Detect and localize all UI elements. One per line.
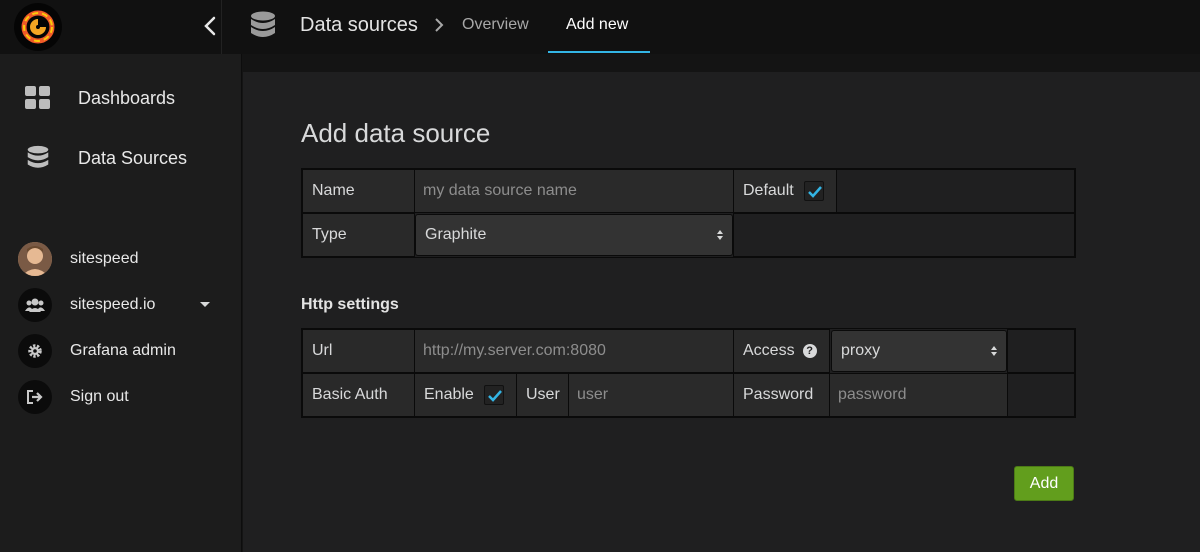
sidebar-item-sign-out[interactable]: Sign out — [0, 378, 242, 418]
name-input[interactable]: my data source name — [414, 169, 734, 213]
user-input[interactable]: user — [568, 373, 734, 417]
grafana-logo-icon[interactable] — [14, 3, 62, 51]
access-select-value: proxy — [841, 342, 881, 359]
add-button[interactable]: Add — [1014, 466, 1074, 501]
database-icon — [27, 145, 49, 168]
sidebar-item-data-sources[interactable]: Data Sources — [0, 136, 242, 180]
sidebar-collapse-button[interactable] — [198, 12, 222, 40]
select-arrows-icon — [717, 230, 723, 240]
type-select[interactable]: Graphite — [415, 214, 733, 256]
default-checkbox[interactable] — [803, 181, 824, 201]
name-label: Name — [302, 169, 415, 213]
empty-cell — [1007, 329, 1075, 373]
enable-checkbox[interactable] — [483, 385, 504, 405]
access-label: Access — [743, 342, 795, 359]
sidebar-item-label: Data Sources — [78, 148, 188, 168]
sidebar: Dashboards Data Sources sitespeed sitesp… — [0, 54, 242, 552]
top-nav-bar: Data sources Overview Add new — [0, 0, 1200, 54]
sidebar-item-grafana-admin[interactable]: Grafana admin — [0, 332, 242, 372]
org-name: sitespeed.io — [70, 296, 156, 313]
active-tab-indicator — [548, 51, 650, 53]
help-icon[interactable]: ? — [802, 344, 817, 358]
default-label: Default — [743, 182, 794, 199]
sidebar-user-profile[interactable]: sitespeed — [0, 240, 242, 280]
avatar — [18, 242, 52, 276]
checkmark-icon — [487, 390, 502, 402]
password-input[interactable]: password — [829, 373, 1008, 417]
type-select-value: Graphite — [425, 226, 487, 243]
basic-auth-label: Basic Auth — [302, 373, 415, 417]
select-arrows-icon — [991, 346, 997, 356]
checkmark-icon — [807, 186, 822, 198]
sidebar-item-label: Grafana admin — [70, 342, 176, 359]
empty-cell — [836, 169, 1075, 213]
chevron-left-icon — [204, 16, 216, 36]
default-toggle[interactable]: Default — [733, 169, 837, 213]
sidebar-org-switcher[interactable]: sitespeed.io — [0, 286, 242, 326]
sign-out-icon — [18, 380, 52, 414]
url-label: Url — [302, 329, 415, 373]
caret-down-icon — [200, 302, 210, 307]
tab-add-new[interactable]: Add new — [566, 16, 628, 34]
user-name: sitespeed — [70, 250, 139, 267]
http-settings-heading: Http settings — [301, 296, 399, 313]
user-label: User — [516, 373, 569, 417]
page-title: Add data source — [301, 118, 491, 148]
database-icon — [251, 11, 275, 37]
basic-auth-enable-toggle[interactable]: Enable — [414, 373, 517, 417]
breadcrumb-title[interactable]: Data sources — [300, 14, 418, 37]
gear-icon — [18, 334, 52, 368]
sidebar-item-label: Dashboards — [78, 88, 176, 108]
enable-label: Enable — [424, 386, 474, 403]
users-icon — [18, 288, 52, 322]
empty-cell — [1007, 373, 1075, 417]
sidebar-item-label: Sign out — [70, 388, 129, 405]
grid-icon — [25, 86, 50, 109]
logo-area — [0, 0, 222, 54]
chevron-right-icon — [435, 18, 444, 32]
url-input[interactable]: http://my.server.com:8080 — [414, 329, 734, 373]
empty-cell — [733, 213, 1075, 257]
access-select[interactable]: proxy — [831, 330, 1007, 372]
tab-overview[interactable]: Overview — [462, 16, 529, 34]
access-label-cell: Access ? — [733, 329, 830, 373]
type-label: Type — [302, 213, 415, 257]
sidebar-item-dashboards[interactable]: Dashboards — [0, 76, 242, 120]
password-label: Password — [733, 373, 830, 417]
